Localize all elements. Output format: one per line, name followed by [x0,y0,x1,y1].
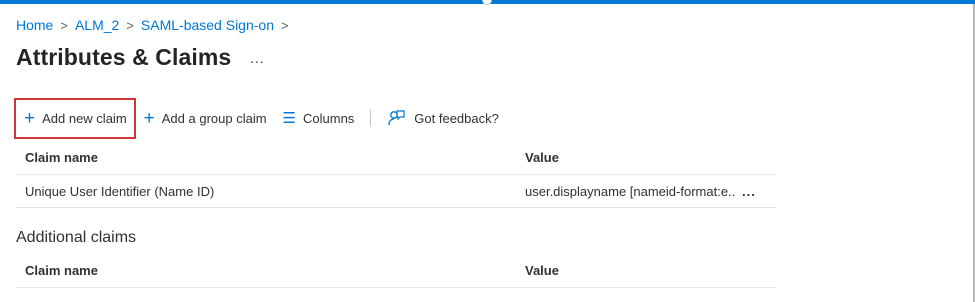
columns-button[interactable]: ☰ Columns [283,103,355,133]
table-header: Claim name Value [16,253,776,288]
add-group-claim-button[interactable]: + Add a group claim [144,103,267,133]
command-bar: + Add new claim + Add a group claim ☰ Co… [14,96,499,140]
plus-icon: + [143,107,155,129]
columns-label: Columns [303,110,355,126]
breadcrumb: Home > ALM_2 > SAML-based Sign-on > [16,17,296,33]
additional-claims-table: Claim name Value [16,253,776,288]
resize-handle[interactable] [482,0,492,5]
add-new-claim-label: Add new claim [42,110,127,126]
add-group-claim-label: Add a group claim [161,110,267,126]
toolbar-divider [370,109,372,127]
required-claims-table: Claim name Value Unique User Identifier … [16,140,776,208]
breadcrumb-saml-sign-on[interactable]: SAML-based Sign-on [141,17,274,33]
row-more-button[interactable]: ... [736,184,776,199]
feedback-icon [387,109,405,127]
table-header: Claim name Value [16,140,776,175]
add-new-claim-button[interactable]: + Add new claim [14,97,136,139]
claim-name-cell: Unique User Identifier (Name ID) [25,183,215,199]
table-row[interactable]: Unique User Identifier (Name ID) user.di… [16,175,776,208]
column-header-value[interactable]: Value [516,150,736,165]
additional-claims-heading: Additional claims [16,229,137,246]
claim-value-cell: user.displayname [nameid-format:e... [525,183,736,199]
breadcrumb-separator: > [280,17,289,33]
feedback-button[interactable]: Got feedback? [387,103,499,133]
breadcrumb-separator: > [60,17,68,33]
column-header-claim-name[interactable]: Claim name [16,263,516,278]
breadcrumb-app[interactable]: ALM_2 [75,17,119,33]
column-header-value[interactable]: Value [516,263,736,278]
page-title: Attributes & Claims [16,44,232,70]
feedback-label: Got feedback? [414,110,499,126]
column-header-claim-name[interactable]: Claim name [16,150,516,165]
breadcrumb-separator: > [126,17,134,33]
more-options-button[interactable]: ... [250,50,265,66]
columns-icon: ☰ [282,110,296,127]
breadcrumb-home[interactable]: Home [16,17,53,33]
plus-icon: + [24,107,36,129]
